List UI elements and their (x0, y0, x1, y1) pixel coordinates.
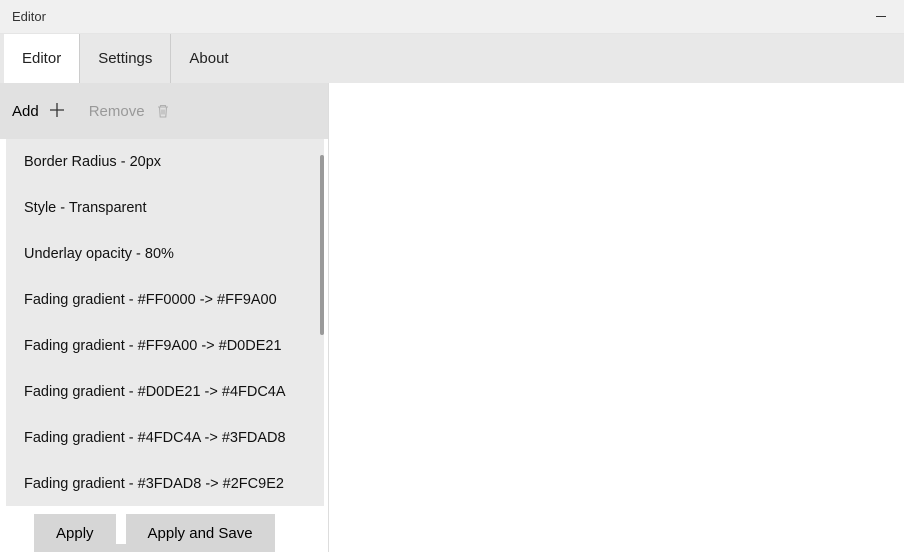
remove-button[interactable]: Remove (89, 103, 171, 120)
list-item[interactable]: Fading gradient - #4FDC4A -> #3FDAD8 (6, 415, 324, 461)
plus-icon (49, 102, 65, 121)
titlebar-buttons (858, 0, 904, 33)
titlebar: Editor (0, 0, 904, 34)
list-item[interactable]: Border Radius - 20px (6, 139, 324, 185)
left-pane: Add Remove Border Radius - 20px Style (0, 83, 329, 552)
trash-icon (155, 103, 171, 119)
add-label: Add (12, 103, 39, 120)
tab-label: Settings (98, 50, 152, 67)
list-item-label: Underlay opacity - 80% (24, 246, 174, 262)
list-item-label: Fading gradient - #4FDC4A -> #3FDAD8 (24, 430, 286, 446)
tab-editor[interactable]: Editor (4, 34, 80, 83)
add-button[interactable]: Add (12, 102, 65, 121)
partial-button (34, 544, 249, 552)
list-area: Border Radius - 20px Style - Transparent… (6, 139, 324, 506)
content-area: Add Remove Border Radius - 20px Style (0, 83, 904, 552)
list-item-label: Fading gradient - #FF0000 -> #FF9A00 (24, 292, 277, 308)
list-item-label: Style - Transparent (24, 200, 147, 216)
properties-list: Border Radius - 20px Style - Transparent… (6, 139, 324, 506)
list-item[interactable]: Underlay opacity - 80% (6, 231, 324, 277)
list-item-label: Fading gradient - #D0DE21 -> #4FDC4A (24, 384, 286, 400)
list-item[interactable]: Fading gradient - #FF0000 -> #FF9A00 (6, 277, 324, 323)
tab-label: Editor (22, 50, 61, 67)
list-item[interactable]: Fading gradient - #FF9A00 -> #D0DE21 (6, 323, 324, 369)
list-item-label: Border Radius - 20px (24, 154, 161, 170)
list-item[interactable]: Fading gradient - #D0DE21 -> #4FDC4A (6, 369, 324, 415)
scrollbar[interactable] (320, 155, 324, 335)
list-item[interactable]: Fading gradient - #3FDAD8 -> #2FC9E2 (6, 461, 324, 506)
tab-settings[interactable]: Settings (80, 34, 171, 83)
minimize-icon (876, 16, 886, 17)
list-item-label: Fading gradient - #3FDAD8 -> #2FC9E2 (24, 476, 284, 492)
tab-about[interactable]: About (171, 34, 246, 83)
tabstrip: Editor Settings About (0, 34, 904, 83)
remove-label: Remove (89, 103, 145, 120)
list-item[interactable]: Style - Transparent (6, 185, 324, 231)
right-pane (329, 83, 904, 552)
list-item-label: Fading gradient - #FF9A00 -> #D0DE21 (24, 338, 282, 354)
minimize-button[interactable] (858, 0, 904, 33)
pane-toolbar: Add Remove (0, 83, 328, 139)
tab-label: About (189, 50, 228, 67)
window-title: Editor (12, 9, 46, 24)
